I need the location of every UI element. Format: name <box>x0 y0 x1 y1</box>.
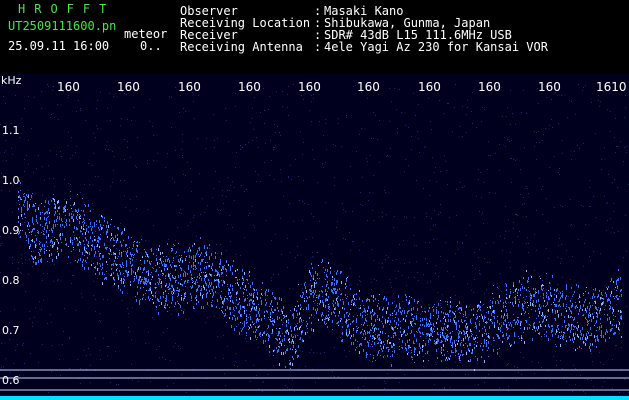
header-panel: HROFFT UT2509111600.pn meteor 25.09.11 1… <box>0 0 629 74</box>
meta-key-antenna: Receiving Antenna <box>180 40 303 54</box>
y-tick-label: 1.0 <box>2 174 20 187</box>
x-tick-label: 160 <box>538 80 561 94</box>
x-tick-label: 160 <box>117 80 140 94</box>
datetime-label: 25.09.11 16:00 <box>8 39 110 53</box>
x-tick-label: 1610 <box>596 80 627 94</box>
x-tick-label: 160 <box>178 80 201 94</box>
meta-sep: : <box>314 40 322 54</box>
y-tick-label: 0.9 <box>2 224 20 237</box>
x-tick-label: 160 <box>238 80 261 94</box>
ellipsis-label: 0.. <box>140 39 162 53</box>
y-tick-label: 0.8 <box>2 274 20 287</box>
x-tick-label: 160 <box>298 80 321 94</box>
y-tick-label: 0.6 <box>2 374 20 387</box>
filename-label: UT2509111600.pn <box>8 19 117 33</box>
x-tick-label: 160 <box>418 80 441 94</box>
y-tick-label: 0.7 <box>2 324 20 337</box>
x-tick-label: 160 <box>478 80 501 94</box>
baseline-strip <box>0 396 629 400</box>
y-unit-label: kHz <box>1 74 22 87</box>
y-tick-label: 1.1 <box>2 124 20 137</box>
x-tick-label: 160 <box>357 80 380 94</box>
x-tick-label: 160 <box>57 80 80 94</box>
app-title: HROFFT <box>18 2 116 16</box>
spectrogram-plot <box>0 74 629 400</box>
meta-value-antenna: 4ele Yagi Az 230 for Kansai VOR <box>324 40 548 54</box>
